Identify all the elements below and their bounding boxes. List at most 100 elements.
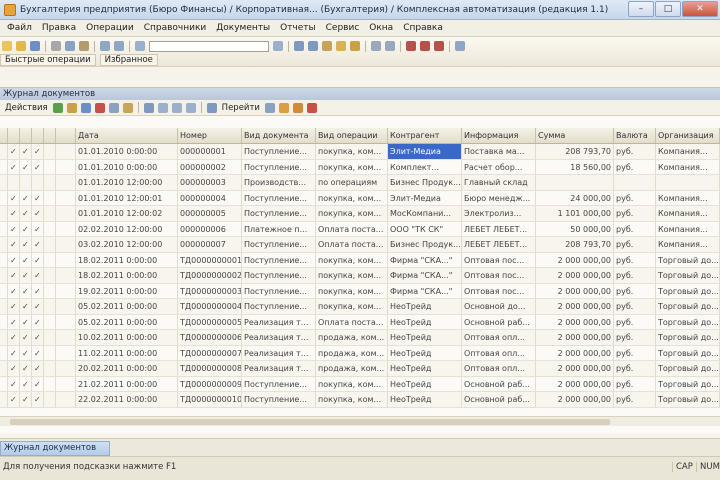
column-header-accounting[interactable] [20,128,32,143]
flag-tax[interactable]: ✓ [32,361,44,376]
cell-operation[interactable]: Оплата поста... [316,221,388,236]
cell-operation[interactable]: покупка, ком... [316,376,388,391]
menu-reports[interactable]: Отчеты [275,23,321,33]
add-icon[interactable] [52,102,63,113]
cell-currency[interactable]: руб. [614,330,656,345]
column-header-number[interactable]: Номер [178,128,242,143]
cell-counterparty[interactable]: Комплект... [388,159,462,174]
cell-doc-kind[interactable]: Поступление... [242,206,316,221]
cell-date[interactable]: 11.02.2011 0:00:00 [76,345,178,360]
menu-service[interactable]: Сервис [321,23,365,33]
table-row[interactable]: ✓ ✓ ✓ 20.02.2011 0:00:00 ТД0000000008 Реализа… [0,361,720,377]
column-header-sum[interactable]: Сумма [536,128,614,143]
table-row[interactable]: ✓ ✓ ✓ 01.01.2010 0:00:00 000000002 Поступлени… [0,159,720,175]
refresh-icon[interactable] [157,102,168,113]
cell-doc-kind[interactable]: Поступление... [242,283,316,298]
table-row[interactable]: 01.01.2010 12:00:00 000000003 Производств.… [0,175,720,191]
cell-doc-kind[interactable]: Поступление... [242,299,316,314]
minimize-button[interactable]: – [628,0,654,17]
cell-sum[interactable]: 24 000,00 [536,190,614,205]
flag-tax[interactable]: ✓ [32,252,44,267]
flag-tax[interactable]: ✓ [32,159,44,174]
cell-info[interactable]: Оптовая опл... [462,330,536,345]
flag-posted[interactable]: ✓ [8,252,20,267]
menu-operations[interactable]: Операции [81,23,139,33]
cell-date[interactable]: 01.01.2010 0:00:00 [76,159,178,174]
go-to-menu[interactable]: Перейти [222,103,260,113]
cell-organization[interactable]: Торговый до... [656,376,720,391]
cell-organization[interactable]: Торговый до... [656,283,720,298]
flag-accounting[interactable]: ✓ [20,144,32,159]
filter-off-icon[interactable] [308,41,318,51]
cell-info[interactable]: Основной раб... [462,392,536,407]
cell-date[interactable]: 01.01.2010 0:00:00 [76,144,178,159]
cell-currency[interactable]: руб. [614,206,656,221]
cell-date[interactable]: 01.01.2010 12:00:02 [76,206,178,221]
cell-doc-kind[interactable]: Реализация т... [242,314,316,329]
cell-number[interactable]: 000000003 [178,175,242,190]
flag-posted[interactable]: ✓ [8,361,20,376]
flag-accounting[interactable]: ✓ [20,237,32,252]
flag-tax[interactable]: ✓ [32,330,44,345]
cell-date[interactable]: 19.02.2011 0:00:00 [76,283,178,298]
open-folder-icon[interactable] [16,41,26,51]
cell-sum[interactable]: 2 000 000,00 [536,268,614,283]
cell-counterparty[interactable]: НеоТрейд [388,314,462,329]
cell-sum[interactable]: 2 000 000,00 [536,361,614,376]
cell-number[interactable]: ТД0000000004 [178,299,242,314]
table-row[interactable]: ✓ ✓ ✓ 21.02.2011 0:00:00 ТД0000000009 Поступл… [0,376,720,392]
favorites-dropdown[interactable]: Избранное [99,54,158,66]
cell-organization[interactable] [656,175,720,190]
flag-posted[interactable]: ✓ [8,283,20,298]
menu-help[interactable]: Справка [398,23,448,33]
cell-doc-kind[interactable]: Поступление... [242,237,316,252]
cell-currency[interactable]: руб. [614,268,656,283]
cell-currency[interactable]: руб. [614,314,656,329]
table-row[interactable]: ✓ ✓ ✓ 02.02.2010 12:00:00 000000006 Платежное… [0,221,720,237]
cell-sum[interactable] [536,175,614,190]
menu-documents[interactable]: Документы [211,23,275,33]
column-header-tax[interactable] [32,128,44,143]
structure-icon[interactable] [185,102,196,113]
cell-date[interactable]: 18.02.2011 0:00:00 [76,268,178,283]
cell-currency[interactable]: руб. [614,392,656,407]
cell-organization[interactable]: Торговый до... [656,252,720,267]
cell-doc-kind[interactable]: Платежное п... [242,221,316,236]
table-row[interactable]: ✓ ✓ ✓ 18.02.2011 0:00:00 ТД0000000002 Поступл… [0,268,720,284]
flag-accounting[interactable]: ✓ [20,268,32,283]
cell-doc-kind[interactable]: Поступление... [242,268,316,283]
cell-sum[interactable]: 2 000 000,00 [536,392,614,407]
flag-tax[interactable]: ✓ [32,376,44,391]
cell-counterparty[interactable]: Элит-Медиа [388,144,462,159]
search-input[interactable] [149,40,269,52]
column-header-icon[interactable] [56,128,76,143]
flag-tax[interactable] [32,175,44,190]
close-button[interactable]: ✕ [682,0,718,17]
cell-sum[interactable]: 2 000 000,00 [536,345,614,360]
print-form-icon[interactable] [292,102,303,113]
cell-organization[interactable]: Торговый до... [656,345,720,360]
flag-accounting[interactable]: ✓ [20,221,32,236]
cell-organization[interactable]: Торговый до... [656,361,720,376]
menu-file[interactable]: Файл [2,23,37,33]
cell-number[interactable]: ТД0000000010 [178,392,242,407]
column-header-counterparty[interactable]: Контрагент [388,128,462,143]
flag-tax[interactable]: ✓ [32,314,44,329]
cell-counterparty[interactable]: ООО "ТК СК" [388,221,462,236]
cell-doc-kind[interactable]: Поступление... [242,376,316,391]
clipboard-icon[interactable] [350,41,360,51]
maximize-button[interactable]: □ [655,0,681,17]
post-icon[interactable] [108,102,119,113]
cell-counterparty[interactable]: Бизнес Продук... [388,237,462,252]
cell-info[interactable]: Оптовая пос... [462,268,536,283]
column-header-management[interactable] [44,128,56,143]
preview-icon[interactable] [385,41,395,51]
copy-doc-icon[interactable] [66,102,77,113]
cell-info[interactable]: ЛЕБЕТ ЛЕБЕТ... [462,221,536,236]
menu-edit[interactable]: Правка [37,23,81,33]
nav-forward-icon[interactable] [434,41,444,51]
find-icon[interactable] [135,41,145,51]
cell-sum[interactable]: 208 793,70 [536,237,614,252]
cell-organization[interactable]: Компания... [656,190,720,205]
scrollbar-thumb[interactable] [10,419,610,425]
